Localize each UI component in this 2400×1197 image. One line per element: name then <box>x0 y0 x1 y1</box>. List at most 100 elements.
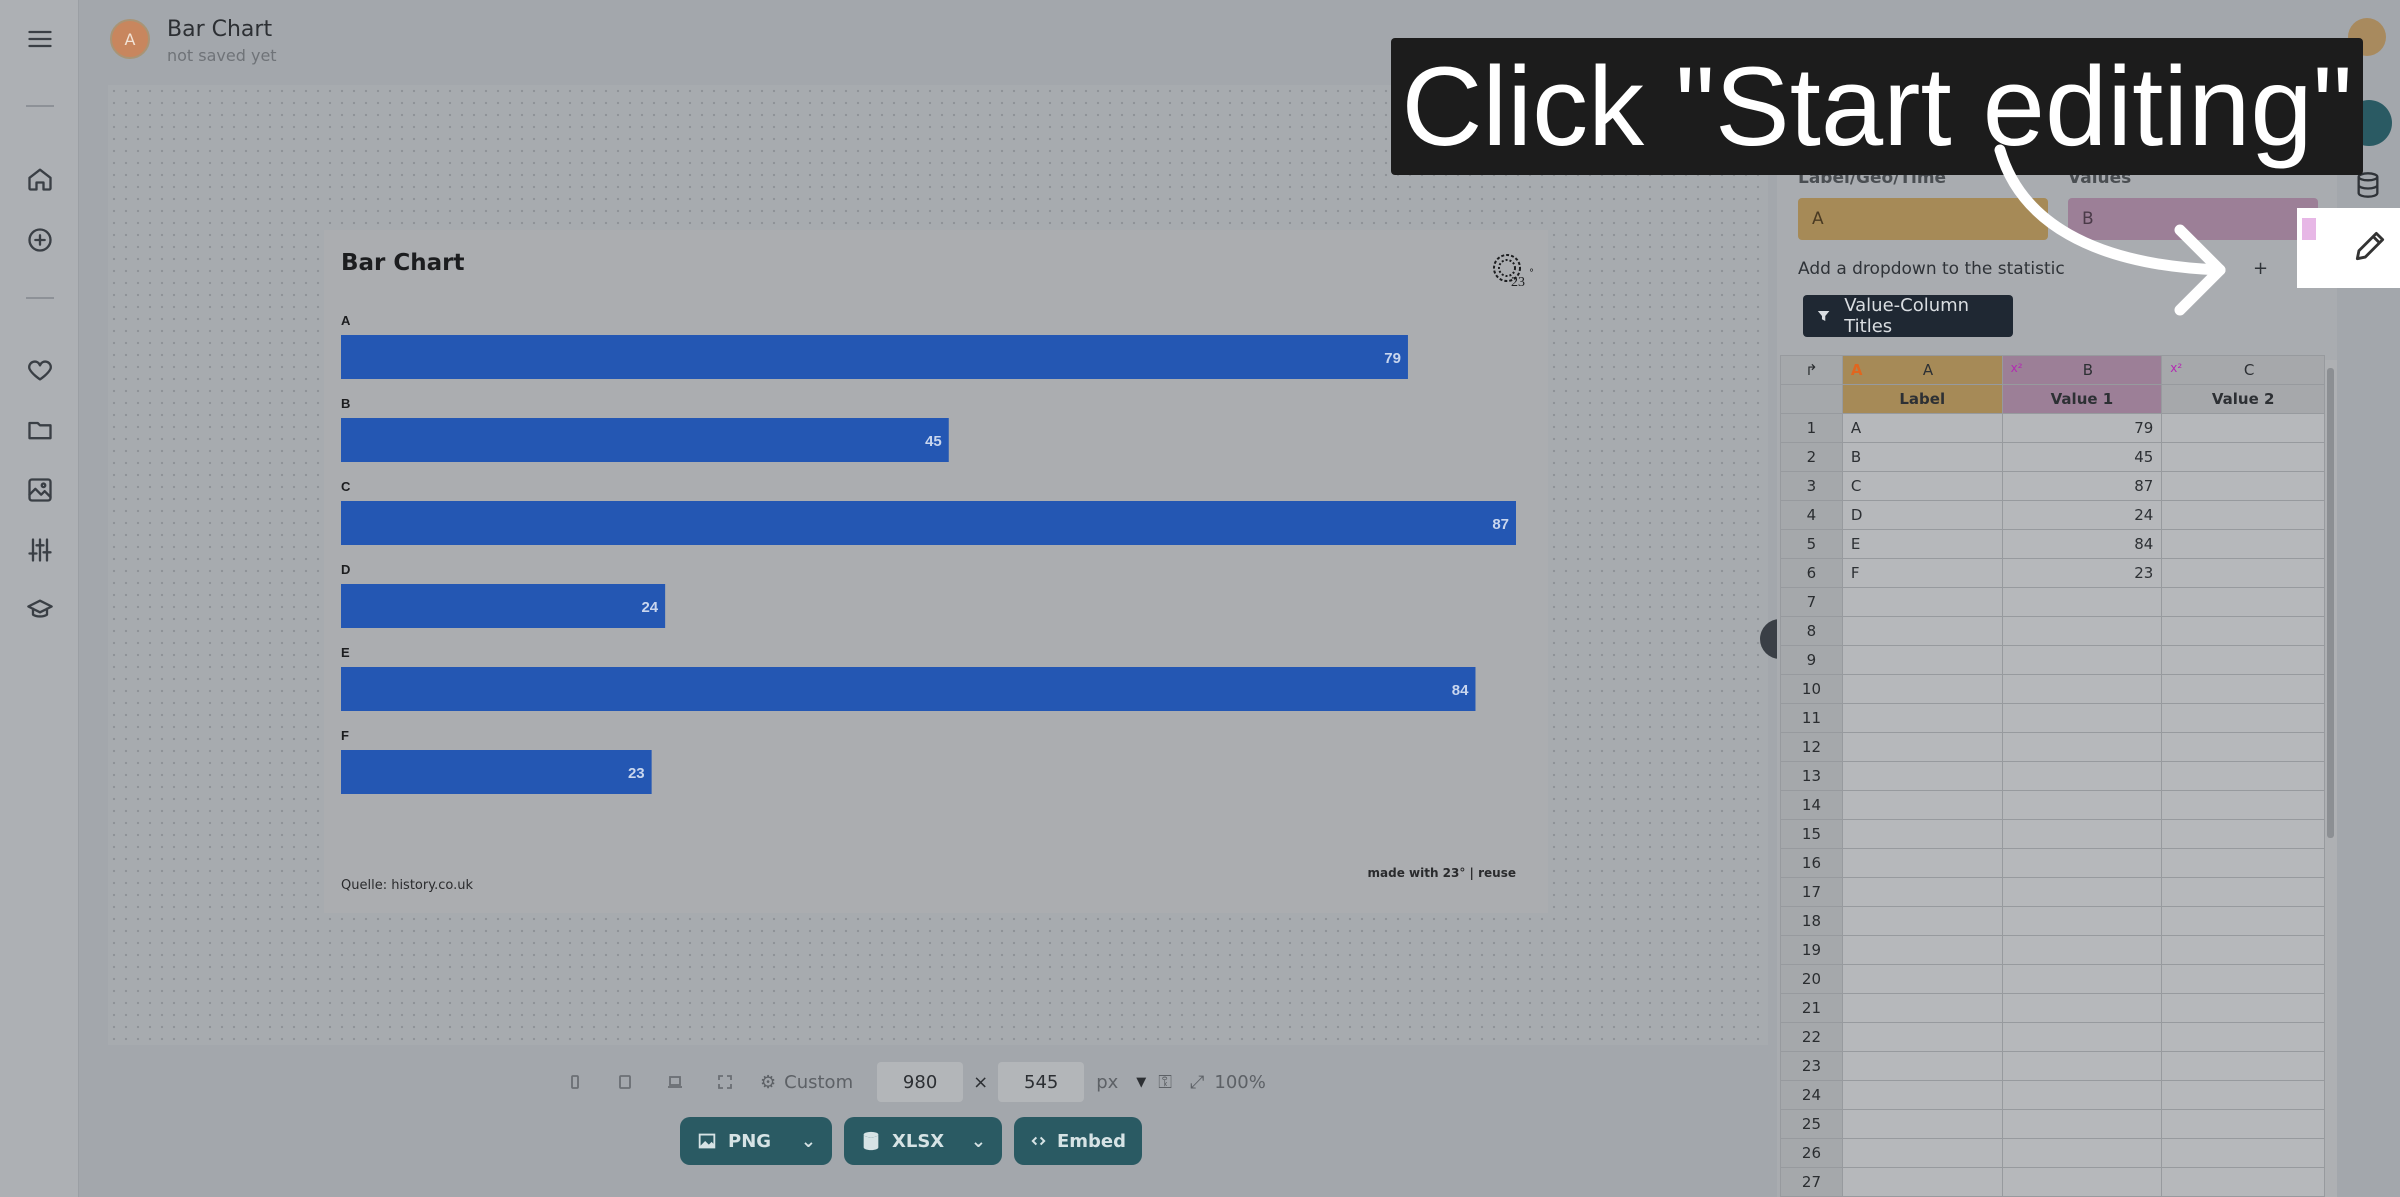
label-cell[interactable] <box>1841 819 2003 849</box>
value1-cell[interactable] <box>2001 935 2163 965</box>
label-cell[interactable] <box>1841 1138 2003 1168</box>
label-cell[interactable] <box>1841 761 2003 791</box>
value2-cell[interactable] <box>2161 558 2325 588</box>
value1-cell[interactable] <box>2001 964 2163 994</box>
value2-cell[interactable] <box>2161 1167 2325 1197</box>
zoom-level[interactable]: 100% <box>1214 1072 1265 1093</box>
label-cell[interactable]: E <box>1841 529 2003 559</box>
value2-cell[interactable] <box>2161 674 2325 704</box>
value2-cell[interactable] <box>2161 906 2325 936</box>
value1-header[interactable]: Value 1 <box>2001 384 2163 414</box>
value2-header[interactable]: Value 2 <box>2161 384 2325 414</box>
value1-cell[interactable]: 84 <box>2001 529 2163 559</box>
pencil-icon[interactable] <box>2351 227 2389 265</box>
lock-icon[interactable]: ⚿ <box>1158 1072 1172 1093</box>
xlsx-export-button[interactable]: XLSX ⌄ <box>844 1117 1002 1165</box>
value2-cell[interactable] <box>2161 500 2325 530</box>
value1-cell[interactable] <box>2001 790 2163 820</box>
value1-cell[interactable] <box>2001 877 2163 907</box>
value2-cell[interactable] <box>2161 732 2325 762</box>
value1-cell[interactable] <box>2001 674 2163 704</box>
column-letter-b[interactable]: x² B <box>2001 355 2163 385</box>
value1-cell[interactable] <box>2001 1022 2163 1052</box>
value1-cell[interactable]: 24 <box>2001 500 2163 530</box>
phone-preview-icon[interactable] <box>560 1067 590 1097</box>
value1-cell[interactable] <box>2001 848 2163 878</box>
value2-cell[interactable] <box>2161 761 2325 791</box>
corner-cell-icon[interactable]: ↱ <box>1780 355 1843 385</box>
value1-cell[interactable] <box>2001 703 2163 733</box>
label-cell[interactable] <box>1841 906 2003 936</box>
value1-cell[interactable] <box>2001 645 2163 675</box>
value1-cell[interactable] <box>2001 1080 2163 1110</box>
width-input[interactable]: 980 <box>877 1062 964 1102</box>
value2-cell[interactable] <box>2161 442 2325 472</box>
value1-cell[interactable] <box>2001 819 2163 849</box>
value1-cell[interactable] <box>2001 993 2163 1023</box>
graduation-cap-icon[interactable] <box>20 590 60 630</box>
value2-cell[interactable] <box>2161 848 2325 878</box>
value1-cell[interactable] <box>2001 1109 2163 1139</box>
label-cell[interactable]: C <box>1841 471 2003 501</box>
add-dropdown-button[interactable]: + <box>2253 258 2268 279</box>
label-cell[interactable] <box>1841 587 2003 617</box>
value2-cell[interactable] <box>2161 790 2325 820</box>
label-cell[interactable] <box>1841 993 2003 1023</box>
label-cell[interactable] <box>1841 877 2003 907</box>
value1-cell[interactable] <box>2001 1138 2163 1168</box>
label-cell[interactable]: B <box>1841 442 2003 472</box>
value2-cell[interactable] <box>2161 703 2325 733</box>
column-letter-c[interactable]: x² C <box>2161 355 2325 385</box>
value2-cell[interactable] <box>2161 877 2325 907</box>
image-icon[interactable] <box>20 470 60 510</box>
embed-button[interactable]: Embed <box>1014 1117 1142 1165</box>
height-input[interactable]: 545 <box>998 1062 1085 1102</box>
label-cell[interactable] <box>1841 1080 2003 1110</box>
label-cell[interactable] <box>1841 935 2003 965</box>
sheet-scroll-thumb[interactable] <box>2327 368 2334 838</box>
label-cell[interactable]: D <box>1841 500 2003 530</box>
label-cell[interactable] <box>1841 703 2003 733</box>
label-cell[interactable] <box>1841 848 2003 878</box>
heart-icon[interactable] <box>20 350 60 390</box>
laptop-preview-icon[interactable] <box>660 1067 690 1097</box>
label-cell[interactable] <box>1841 1051 2003 1081</box>
value2-cell[interactable] <box>2161 993 2325 1023</box>
value2-cell[interactable] <box>2161 1138 2325 1168</box>
label-cell[interactable] <box>1841 964 2003 994</box>
add-circle-icon[interactable] <box>20 220 60 260</box>
value1-cell[interactable]: 79 <box>2001 413 2163 443</box>
value2-cell[interactable] <box>2161 819 2325 849</box>
label-cell[interactable] <box>1841 1022 2003 1052</box>
data-spreadsheet[interactable]: ↱ AA x² B x² C Label Value 1 Value 2 1 A 79 2… <box>1780 355 2325 1197</box>
document-title[interactable]: Bar Chart <box>167 17 272 42</box>
value1-cell[interactable] <box>2001 1167 2163 1197</box>
value1-cell[interactable]: 23 <box>2001 558 2163 588</box>
value2-cell[interactable] <box>2161 964 2325 994</box>
value2-cell[interactable] <box>2161 645 2325 675</box>
label-cell[interactable] <box>1841 616 2003 646</box>
label-cell[interactable]: A <box>1841 413 2003 443</box>
column-letter-a[interactable]: AA <box>1841 355 2003 385</box>
tablet-preview-icon[interactable] <box>610 1067 640 1097</box>
value1-cell[interactable] <box>2001 616 2163 646</box>
label-header[interactable]: Label <box>1841 384 2003 414</box>
value1-cell[interactable] <box>2001 1051 2163 1081</box>
value1-cell[interactable] <box>2001 587 2163 617</box>
label-cell[interactable] <box>1841 790 2003 820</box>
chart-credit-link[interactable]: made with 23° | reuse <box>1368 866 1516 880</box>
chevron-down-icon[interactable]: ⌄ <box>971 1131 986 1152</box>
value2-cell[interactable] <box>2161 529 2325 559</box>
value2-cell[interactable] <box>2161 471 2325 501</box>
value2-cell[interactable] <box>2161 587 2325 617</box>
avatar[interactable]: A <box>110 19 150 59</box>
label-cell[interactable] <box>1841 645 2003 675</box>
home-icon[interactable] <box>20 159 60 199</box>
unit-select[interactable]: px <box>1096 1072 1118 1093</box>
menu-icon[interactable] <box>20 19 60 59</box>
label-cell[interactable] <box>1841 1167 2003 1197</box>
resize-icon[interactable]: ⤢ <box>1190 1072 1204 1093</box>
chevron-down-icon[interactable]: ▼ <box>1136 1075 1146 1090</box>
folder-icon[interactable] <box>20 410 60 450</box>
value1-cell[interactable] <box>2001 732 2163 762</box>
